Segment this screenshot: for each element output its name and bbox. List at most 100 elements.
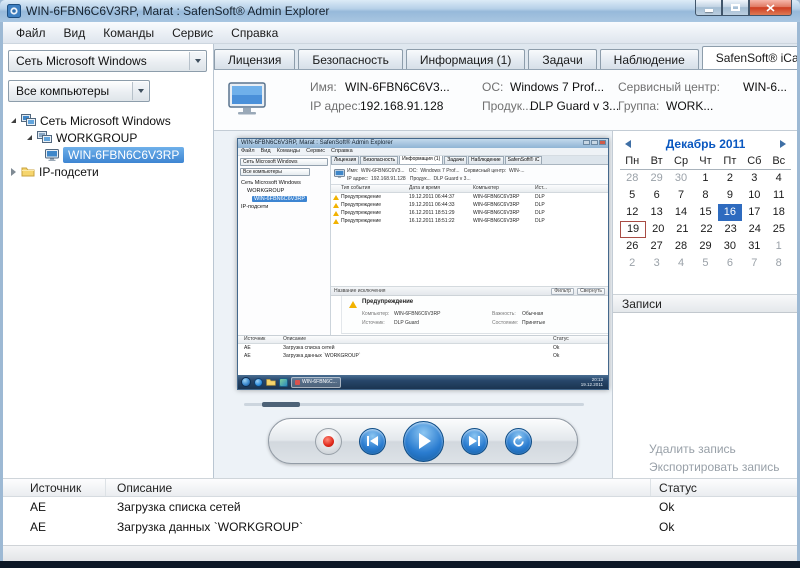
tree-item-computer[interactable]: WIN-6FBN6C6V3RP [3, 146, 213, 163]
tree-item-workgroup[interactable]: WORKGROUP [3, 129, 213, 146]
window-title: WIN-6FBN6C6V3RP, Marat : SafenSoft® Admi… [26, 4, 330, 18]
preview-log-table: Источник Описание Статус AE Загрузка спи… [238, 335, 608, 377]
folder-icon [266, 378, 276, 386]
calendar-day[interactable]: 23 [719, 221, 743, 238]
menu-commands[interactable]: Команды [94, 23, 163, 43]
calendar-day[interactable]: 4 [669, 255, 693, 272]
menu-service[interactable]: Сервис [163, 23, 222, 43]
computers-filter-dropdown[interactable]: Все компьютеры [8, 80, 150, 102]
calendar-day[interactable]: 17 [742, 204, 766, 221]
calendar-day[interactable]: 25 [767, 221, 791, 238]
log-column-description[interactable]: Описание [106, 479, 651, 496]
tab-observation[interactable]: Наблюдение [599, 49, 699, 69]
calendar-day[interactable]: 27 [644, 238, 668, 255]
calendar-day[interactable]: 26 [620, 238, 644, 255]
video-preview[interactable]: WIN-6FBN6C6V3RP, Marat : SafenSoft® Admi… [237, 138, 609, 390]
app-icon [7, 4, 21, 18]
delete-record-link[interactable]: Удалить запись [649, 442, 780, 456]
calendar-day[interactable]: 10 [742, 187, 766, 204]
calendar-day[interactable]: 20 [646, 221, 670, 238]
tree-item-label: IP-подсети [39, 164, 99, 179]
minimize-button[interactable] [695, 0, 722, 16]
preview-tabs: Лицензия Безопасность Информация (1) Зад… [331, 156, 608, 165]
calendar-day[interactable]: 29 [693, 238, 717, 255]
log-row[interactable]: AE Загрузка списка сетей Ok [3, 497, 797, 517]
calendar-day[interactable]: 14 [669, 204, 693, 221]
tab-tasks[interactable]: Задачи [528, 49, 597, 69]
calendar-day[interactable]: 15 [693, 204, 717, 221]
calendar-day[interactable]: 8 [767, 255, 791, 272]
tab-safensoft-icam[interactable]: SafenSoft® iCa [701, 46, 797, 69]
preview-detail-panel: Предупреждение Компьютер: WIN-6FBN6C6V3R… [341, 296, 608, 334]
service-center-label: Сервисный центр: [618, 80, 720, 94]
os-value: Windows 7 Prof... [510, 80, 605, 94]
calendar-day[interactable]: 3 [742, 170, 766, 187]
tree-item-ip-subnets[interactable]: IP-подсети [3, 163, 213, 180]
log-column-status[interactable]: Статус [651, 479, 797, 496]
calendar-day[interactable]: 18 [767, 204, 791, 221]
calendar-day[interactable]: 8 [693, 187, 717, 204]
calendar-day[interactable]: 12 [620, 204, 644, 221]
calendar-day[interactable]: 24 [743, 221, 767, 238]
calendar-day[interactable]: 3 [644, 255, 668, 272]
tab-security[interactable]: Безопасность [298, 49, 403, 69]
calendar-day[interactable]: 30 [669, 170, 693, 187]
expander-open-icon[interactable] [11, 118, 16, 123]
play-button[interactable] [402, 420, 444, 462]
calendar-day[interactable]: 21 [670, 221, 694, 238]
calendar-day[interactable]: 22 [694, 221, 718, 238]
menu-file[interactable]: Файл [7, 23, 55, 43]
status-bar [3, 545, 797, 561]
tab-license[interactable]: Лицензия [214, 49, 296, 69]
calendar: Декабрь 2011 Пн Вт Ср Чт Пт Сб Вс 28 29 30 1 2 3 4 5… [620, 135, 791, 272]
calendar-day[interactable]: 6 [644, 187, 668, 204]
maximize-button[interactable] [722, 0, 749, 16]
export-record-link[interactable]: Экспортировать запись [649, 460, 780, 474]
calendar-day[interactable]: 13 [644, 204, 668, 221]
network-filter-dropdown-button[interactable] [189, 52, 205, 70]
calendar-day[interactable]: 1 [767, 238, 791, 255]
calendar-day[interactable]: 11 [767, 187, 791, 204]
calendar-day[interactable]: 6 [718, 255, 742, 272]
expander-closed-icon[interactable] [11, 167, 16, 176]
log-table-header: Источник Описание Статус [3, 478, 797, 497]
log-row[interactable]: AE Загрузка данных `WORKGROUP` Ok [3, 517, 797, 537]
log-column-source[interactable]: Источник [3, 479, 106, 496]
calendar-day[interactable]: 4 [767, 170, 791, 187]
computers-filter-dropdown-button[interactable] [132, 82, 148, 100]
replay-button[interactable] [504, 427, 532, 455]
menu-view[interactable]: Вид [55, 23, 95, 43]
calendar-day-today[interactable]: 19 [620, 221, 647, 238]
calendar-next-button[interactable] [780, 140, 786, 148]
calendar-day[interactable]: 7 [669, 187, 693, 204]
skip-back-button[interactable] [358, 427, 386, 455]
app-icon [295, 379, 300, 385]
calendar-day[interactable]: 2 [620, 255, 644, 272]
calendar-day[interactable]: 5 [693, 255, 717, 272]
computer-tree: Сеть Microsoft Windows WORKGROUP WIN-6FB… [3, 112, 213, 180]
calendar-day[interactable]: 1 [693, 170, 717, 187]
network-filter-dropdown[interactable]: Сеть Microsoft Windows [8, 50, 207, 72]
expander-open-icon[interactable] [27, 135, 32, 140]
playback-slider[interactable] [244, 402, 584, 407]
record-button[interactable] [314, 427, 342, 455]
calendar-day-selected[interactable]: 16 [717, 204, 743, 221]
calendar-day[interactable]: 28 [620, 170, 644, 187]
replay-icon [512, 434, 524, 447]
close-button[interactable] [749, 0, 792, 16]
calendar-day[interactable]: 9 [718, 187, 742, 204]
records-list[interactable] [613, 313, 797, 441]
calendar-day[interactable]: 28 [669, 238, 693, 255]
menu-help[interactable]: Справка [222, 23, 287, 43]
tree-item-network[interactable]: Сеть Microsoft Windows [3, 112, 213, 129]
skip-forward-button[interactable] [460, 427, 488, 455]
calendar-day[interactable]: 31 [742, 238, 766, 255]
warning-icon [349, 301, 357, 308]
calendar-day[interactable]: 7 [742, 255, 766, 272]
calendar-day[interactable]: 29 [644, 170, 668, 187]
calendar-day[interactable]: 2 [718, 170, 742, 187]
slider-progress[interactable] [262, 402, 300, 407]
tab-information[interactable]: Информация (1) [405, 49, 526, 69]
calendar-day[interactable]: 5 [620, 187, 644, 204]
calendar-day[interactable]: 30 [718, 238, 742, 255]
